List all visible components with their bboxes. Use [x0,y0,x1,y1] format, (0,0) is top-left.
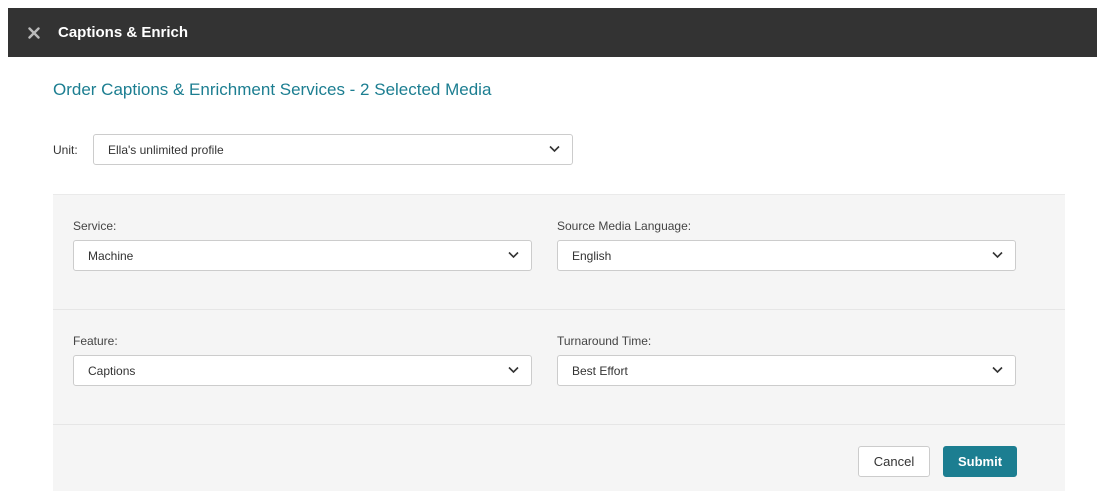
close-icon [28,26,40,39]
chevron-down-icon [992,251,1003,259]
chevron-down-icon [992,366,1003,374]
panel-row-feature: Feature: Captions Turnaround Time: Best … [53,310,1065,425]
panel-row-service: Service: Machine Source Media Language: … [53,195,1065,310]
header-title: Captions & Enrich [58,24,189,41]
feature-select-value: Captions [88,363,136,378]
unit-select[interactable]: Ella's unlimited profile [93,134,573,165]
page-title: Order Captions & Enrichment Services - 2… [53,80,492,99]
unit-row: Unit: Ella's unlimited profile [53,134,573,165]
unit-select-value: Ella's unlimited profile [108,142,224,157]
service-select-value: Machine [88,248,134,263]
chevron-down-icon [508,366,519,374]
feature-select[interactable]: Captions [73,355,532,386]
turnaround-select-value: Best Effort [572,363,628,378]
turnaround-select[interactable]: Best Effort [557,355,1016,386]
turnaround-field: Turnaround Time: Best Effort [557,334,1016,386]
feature-field: Feature: Captions [73,334,532,386]
source-language-field: Source Media Language: English [557,219,1016,271]
services-panel: Service: Machine Source Media Language: … [53,194,1065,491]
source-language-select[interactable]: English [557,240,1016,271]
service-label: Service: [73,219,117,233]
cancel-button[interactable]: Cancel [858,446,930,477]
service-select[interactable]: Machine [73,240,532,271]
header-bar: Captions & Enrich [8,8,1097,57]
unit-label: Unit: [53,142,78,157]
turnaround-label: Turnaround Time: [557,334,652,348]
chevron-down-icon [508,251,519,259]
close-button[interactable] [14,8,54,57]
source-language-label: Source Media Language: [557,219,692,233]
chevron-down-icon [549,145,560,153]
submit-button[interactable]: Submit [943,446,1017,477]
service-field: Service: Machine [73,219,532,271]
feature-label: Feature: [73,334,118,348]
source-language-select-value: English [572,248,612,263]
